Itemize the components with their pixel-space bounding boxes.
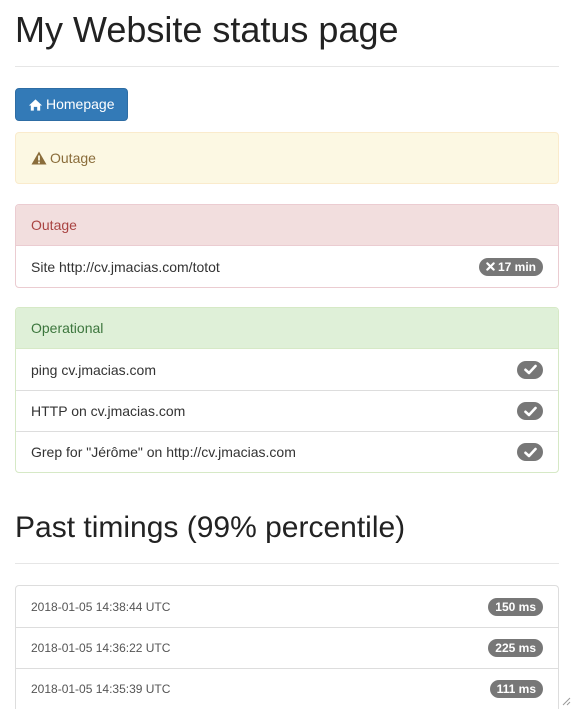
duration-badge-label: 17 min bbox=[497, 259, 536, 274]
list-item-label: Grep for "Jérôme" on http://cv.jmacias.c… bbox=[31, 444, 296, 460]
check-icon bbox=[523, 364, 537, 375]
table-row: 2018-01-05 14:38:44 UTC 150 ms bbox=[16, 586, 558, 627]
alert-text: Outage bbox=[50, 150, 96, 166]
timings-list: 2018-01-05 14:38:44 UTC 150 ms 2018-01-0… bbox=[15, 585, 559, 709]
list-item: HTTP on cv.jmacias.com bbox=[16, 390, 558, 431]
operational-panel: Operational ping cv.jmacias.com HTTP on … bbox=[15, 307, 559, 473]
timing-badge: 111 ms bbox=[489, 680, 543, 698]
timings-divider bbox=[15, 563, 559, 564]
check-icon bbox=[523, 447, 537, 457]
home-icon bbox=[28, 98, 43, 111]
outage-panel-heading: Outage bbox=[16, 205, 558, 246]
title-divider bbox=[15, 66, 559, 67]
timing-timestamp: 2018-01-05 14:35:39 UTC bbox=[31, 682, 171, 696]
list-item-label: Site http://cv.jmacias.com/totot bbox=[31, 258, 220, 275]
timing-badge: 150 ms bbox=[488, 597, 543, 616]
check-icon bbox=[523, 406, 537, 416]
status-badge bbox=[517, 360, 543, 379]
list-item-label: ping cv.jmacias.com bbox=[31, 361, 157, 378]
homepage-button[interactable]: Homepage bbox=[15, 88, 128, 121]
timing-timestamp: 2018-01-05 14:38:44 UTC bbox=[31, 599, 171, 614]
operational-panel-heading: Operational bbox=[16, 308, 558, 349]
timings-title: Past timings (99% percentile) bbox=[15, 511, 406, 544]
resize-handle-icon[interactable] bbox=[561, 696, 571, 706]
timing-timestamp: 2018-01-05 14:36:22 UTC bbox=[31, 641, 171, 655]
table-row: 2018-01-05 14:35:39 UTC 111 ms bbox=[16, 668, 558, 709]
list-item-label: HTTP on cv.jmacias.com bbox=[31, 403, 186, 419]
list-item: ping cv.jmacias.com bbox=[16, 349, 558, 390]
outage-panel: Outage Site http://cv.jmacias.com/totot … bbox=[15, 204, 559, 288]
times-icon bbox=[486, 262, 495, 271]
warning-icon bbox=[31, 151, 47, 165]
page-title: My Website status page bbox=[15, 9, 399, 50]
status-badge bbox=[517, 443, 543, 461]
timing-badge: 225 ms bbox=[488, 639, 543, 657]
status-badge bbox=[517, 402, 543, 420]
table-row: 2018-01-05 14:36:22 UTC 225 ms bbox=[16, 627, 558, 668]
homepage-button-label: Homepage bbox=[46, 96, 115, 112]
list-item: Grep for "Jérôme" on http://cv.jmacias.c… bbox=[16, 431, 558, 472]
duration-badge: 17 min bbox=[478, 257, 543, 276]
status-alert: Outage bbox=[15, 132, 559, 184]
list-item: Site http://cv.jmacias.com/totot 17 min bbox=[16, 246, 558, 287]
